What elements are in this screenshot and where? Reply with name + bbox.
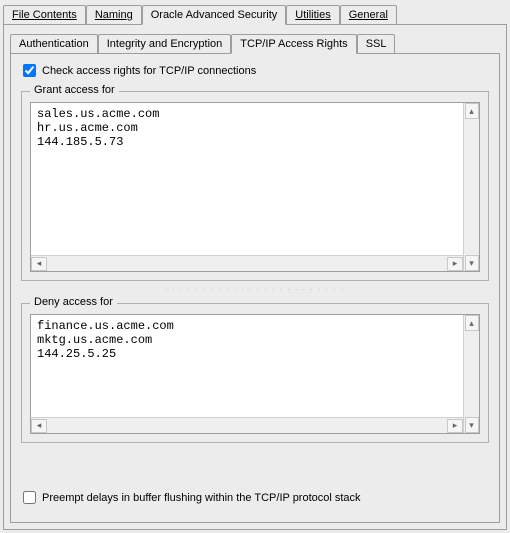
scroll-down-icon[interactable]: ▾ (465, 255, 479, 271)
tab-ssl[interactable]: SSL (357, 34, 396, 53)
splitter-handle[interactable]: · · · · · · · · · · · · · · · · · · · · … (165, 285, 345, 295)
scroll-left-icon[interactable]: ◂ (31, 257, 47, 271)
scroll-down-icon[interactable]: ▾ (465, 417, 479, 433)
deny-hscrollbar[interactable]: ◂ ▸ (31, 417, 463, 433)
grant-access-group: Grant access for ◂ ▸ ▴ ▾ (21, 91, 489, 281)
grant-access-textarea[interactable] (31, 103, 463, 255)
tab-tcpip-access-rights[interactable]: TCP/IP Access Rights (231, 34, 356, 54)
grant-access-title: Grant access for (30, 84, 119, 96)
grant-vscrollbar[interactable]: ▴ ▾ (463, 103, 479, 271)
check-access-rights-label: Check access rights for TCP/IP connectio… (42, 65, 256, 77)
scroll-left-icon[interactable]: ◂ (31, 419, 47, 433)
tab-naming[interactable]: Naming (86, 5, 142, 24)
inner-tab-bar: Authentication Integrity and Encryption … (4, 25, 506, 53)
tcpip-access-panel: Check access rights for TCP/IP connectio… (10, 53, 500, 523)
preempt-delays-checkbox[interactable] (23, 491, 36, 504)
oracle-net-config-window: File Contents Naming Oracle Advanced Sec… (0, 0, 510, 533)
scroll-right-icon[interactable]: ▸ (447, 257, 463, 271)
scroll-right-icon[interactable]: ▸ (447, 419, 463, 433)
deny-access-textbox-wrap: ◂ ▸ ▴ ▾ (30, 314, 480, 434)
tab-file-contents[interactable]: File Contents (3, 5, 86, 24)
tab-general[interactable]: General (340, 5, 397, 24)
grant-access-textbox-wrap: ◂ ▸ ▴ ▾ (30, 102, 480, 272)
deny-access-title: Deny access for (30, 296, 117, 308)
tab-oracle-advanced-security[interactable]: Oracle Advanced Security (142, 5, 287, 25)
outer-tab-bar: File Contents Naming Oracle Advanced Sec… (0, 0, 510, 24)
outer-tab-panel: Authentication Integrity and Encryption … (3, 24, 507, 530)
preempt-delays-row[interactable]: Preempt delays in buffer flushing within… (21, 477, 489, 504)
scroll-up-icon[interactable]: ▴ (465, 315, 479, 331)
grant-hscrollbar[interactable]: ◂ ▸ (31, 255, 463, 271)
deny-vscrollbar[interactable]: ▴ ▾ (463, 315, 479, 433)
scroll-up-icon[interactable]: ▴ (465, 103, 479, 119)
check-access-rights-checkbox[interactable] (23, 64, 36, 77)
deny-access-textarea[interactable] (31, 315, 463, 417)
tab-utilities[interactable]: Utilities (286, 5, 339, 24)
deny-access-group: Deny access for ◂ ▸ ▴ ▾ (21, 303, 489, 443)
tab-integrity-encryption[interactable]: Integrity and Encryption (98, 34, 232, 53)
tab-authentication[interactable]: Authentication (10, 34, 98, 53)
check-access-rights-row[interactable]: Check access rights for TCP/IP connectio… (21, 64, 489, 77)
preempt-delays-label: Preempt delays in buffer flushing within… (42, 492, 361, 504)
